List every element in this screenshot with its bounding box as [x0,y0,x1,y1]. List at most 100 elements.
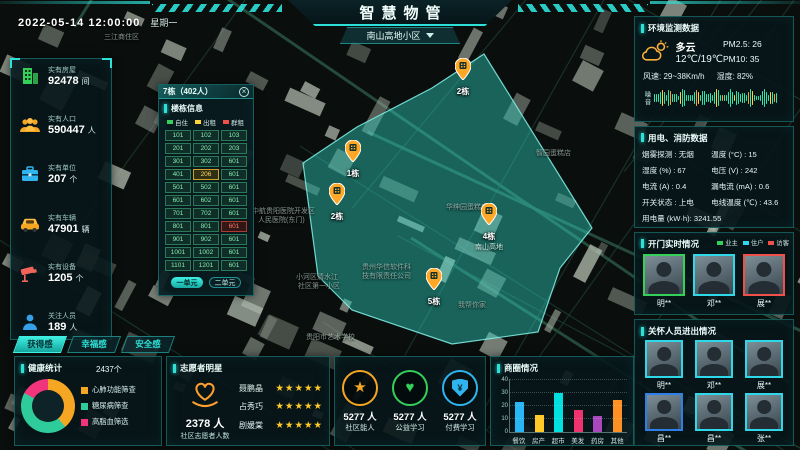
badge-community-talent: ★ 5277 人 社区能人 [337,370,383,433]
room-cell[interactable]: 601 [221,247,247,258]
room-cell[interactable]: 601 [221,208,247,219]
legend-item: 访客 [768,238,789,247]
stat-label: 关注人员 [48,311,77,321]
volunteer-count: 2378 人 [173,415,237,431]
room-cell[interactable]: 302 [193,156,219,167]
cctv-camera-icon [19,262,41,284]
room-cell[interactable]: 501 [165,182,191,193]
power-title: 用电、消防数据 [635,127,793,147]
room-cell[interactable]: 1101 [165,260,191,271]
room-cell[interactable]: 601 [221,260,247,271]
stat-label: 实有房屋 [48,65,90,75]
room-cell[interactable]: 601 [221,182,247,193]
room-cell[interactable]: 901 [165,234,191,245]
door-title: 开门实时情况 [635,233,705,253]
room-cell[interactable]: 102 [193,130,219,141]
room-cell[interactable]: 201 [165,143,191,154]
room-cell[interactable]: 601 [165,195,191,206]
person-icon [19,311,41,333]
room-cell[interactable]: 202 [193,143,219,154]
tab-gains[interactable]: 获得感 [16,336,64,353]
heart-in-hand-icon [188,377,222,409]
room-cell[interactable]: 1001 [165,247,191,258]
community-selector[interactable]: 南山高地小区 [340,27,460,44]
room-cell[interactable]: 206 [193,169,219,180]
room-cell[interactable]: 702 [193,208,219,219]
stat-label: 实有人口 [48,114,96,124]
tab-happiness[interactable]: 幸福感 [70,336,118,353]
people-icon [19,114,41,136]
heart-icon: ♥ [406,380,415,395]
room-cell[interactable]: 601 [221,221,247,232]
map-pin[interactable]: 4栋南山高地 [459,203,519,252]
right-column: 环境监测数据 多云 12℃/19℃ PM2.5: 26 PM10: 35 风速:… [634,16,794,446]
business-district-panel: 商圈情况 010203040 餐饮房产超市美发药房其他 [490,356,634,446]
person-card: 邓** [691,340,737,391]
unit-1-button[interactable]: 一单元 [171,277,203,288]
room-cell[interactable]: 602 [193,195,219,206]
map-pin[interactable]: 1栋 [323,140,383,179]
map-pin[interactable]: 5栋 [404,268,464,307]
badge-paid-learning: ¥ 5277 人 付费学习 [437,370,483,433]
room-cell[interactable]: 301 [165,156,191,167]
room-cell[interactable]: 801 [165,221,191,232]
weather-condition: 多云 [676,39,724,54]
stat-label: 实有车辆 [48,213,90,223]
room-cell[interactable]: 601 [221,169,247,180]
noise-row: 噪音 [635,84,793,110]
room-cell[interactable]: 101 [165,130,191,141]
chevron-down-icon [426,33,434,38]
community-badges-panel: ★ 5277 人 社区能人 ♥ 5277 人 公益学习 ¥ 5277 人 付费学… [334,356,486,446]
stat-value: 1205 [48,272,72,284]
close-icon[interactable]: × [239,87,249,97]
room-cell[interactable]: 1201 [193,260,219,271]
power-data-row: 湿度 (%) : 67 电压 (V) : 242 [635,163,793,179]
noise-label: 噪音 [641,91,651,106]
building-icon [19,65,41,87]
person-card: 明** [641,254,687,309]
room-cell[interactable]: 103 [221,130,247,141]
humidity: 湿度: 82% [717,71,753,82]
room-cell[interactable]: 601 [221,156,247,167]
room-cell[interactable]: 902 [193,234,219,245]
room-cell[interactable]: 1002 [193,247,219,258]
medal-star-icon: ★ [353,380,366,395]
legend-swatch [717,241,723,245]
app-header: 智慧物管 [288,0,512,26]
tab-safety[interactable]: 安全感 [124,336,172,353]
room-cell[interactable]: 601 [221,234,247,245]
volunteer-name: 剧媛棠 [239,420,263,431]
map-pin[interactable]: 2栋 [307,183,367,222]
map-pin[interactable]: 2栋 [433,58,493,97]
health-total-count: 2437个 [96,364,122,375]
unit-2-button[interactable]: 二单元 [209,277,241,288]
person-card: 展** [741,340,787,391]
care-title: 关怀人员进出情况 [635,320,793,340]
stat-unit: 个 [76,274,84,283]
star-rating: ★★★★★ [275,383,323,394]
stat-vehicles: 实有车辆 47901 辆 [19,213,103,235]
legend-swatch [768,241,774,245]
star-rating: ★★★★★ [275,401,323,412]
person-name: 明** [641,380,687,391]
volunteer-row: 聂鹏晶 ★★★★★ [239,383,323,394]
wind-humidity-row: 风速: 29~38Km/h 湿度: 82% [635,67,793,84]
room-cell[interactable]: 801 [193,221,219,232]
volunteer-name: 占秀巧 [239,401,263,412]
power-consumption: 用电量 (kW·h): 3241.55 [635,211,793,227]
room-cell[interactable]: 203 [221,143,247,154]
person-photo [745,393,783,431]
stat-units: 实有单位 207 个 [19,163,103,185]
person-name: 展** [741,380,787,391]
room-cell[interactable]: 701 [165,208,191,219]
legend-swatch [223,120,229,124]
stat-unit: 间 [82,77,90,86]
room-cell[interactable]: 401 [165,169,191,180]
person-photo [695,393,733,431]
person-name: 昌** [641,433,687,444]
person-card: 昌** [641,393,687,444]
room-cell[interactable]: 601 [221,195,247,206]
health-legend: 心肺功能筛查糖尿病筛查高脂血筛选 [81,385,136,427]
room-cell[interactable]: 502 [193,182,219,193]
room-grid: 1011021032012022033013026014012066015015… [159,130,253,271]
